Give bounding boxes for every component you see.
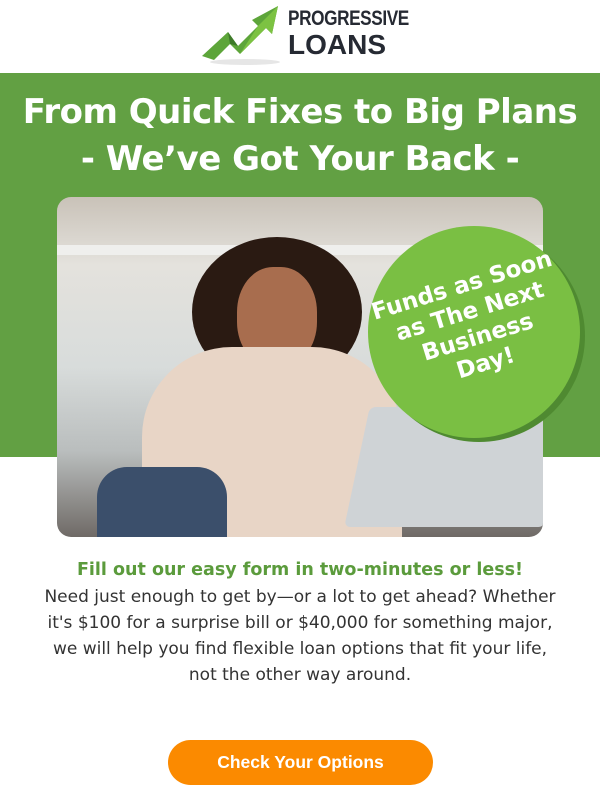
check-options-button[interactable]: Check Your Options bbox=[168, 740, 433, 785]
hero-title-line2: - We’ve Got Your Back - bbox=[80, 139, 520, 179]
body-line: we will help you find flexible loan opti… bbox=[52, 639, 548, 659]
hero-title-line1: From Quick Fixes to Big Plans bbox=[22, 92, 578, 132]
body-line: Need just enough to get by—or a lot to g… bbox=[44, 587, 556, 607]
logo[interactable]: PROGRESSIVE LOANS bbox=[200, 4, 410, 66]
body-text: Need just enough to get by—or a lot to g… bbox=[30, 584, 570, 688]
arrow-logo-icon bbox=[202, 6, 280, 65]
subheading: Fill out our easy form in two-minutes or… bbox=[76, 560, 524, 580]
funds-badge: Funds as Soon as The Next Business Day! bbox=[368, 226, 580, 438]
logo-text-progressive: PROGRESSIVE bbox=[288, 7, 409, 30]
logo-text-loans: LOANS bbox=[288, 29, 386, 60]
body-line: it's $100 for a surprise bill or $40,000… bbox=[47, 613, 553, 633]
body-line: not the other way around. bbox=[188, 665, 412, 685]
